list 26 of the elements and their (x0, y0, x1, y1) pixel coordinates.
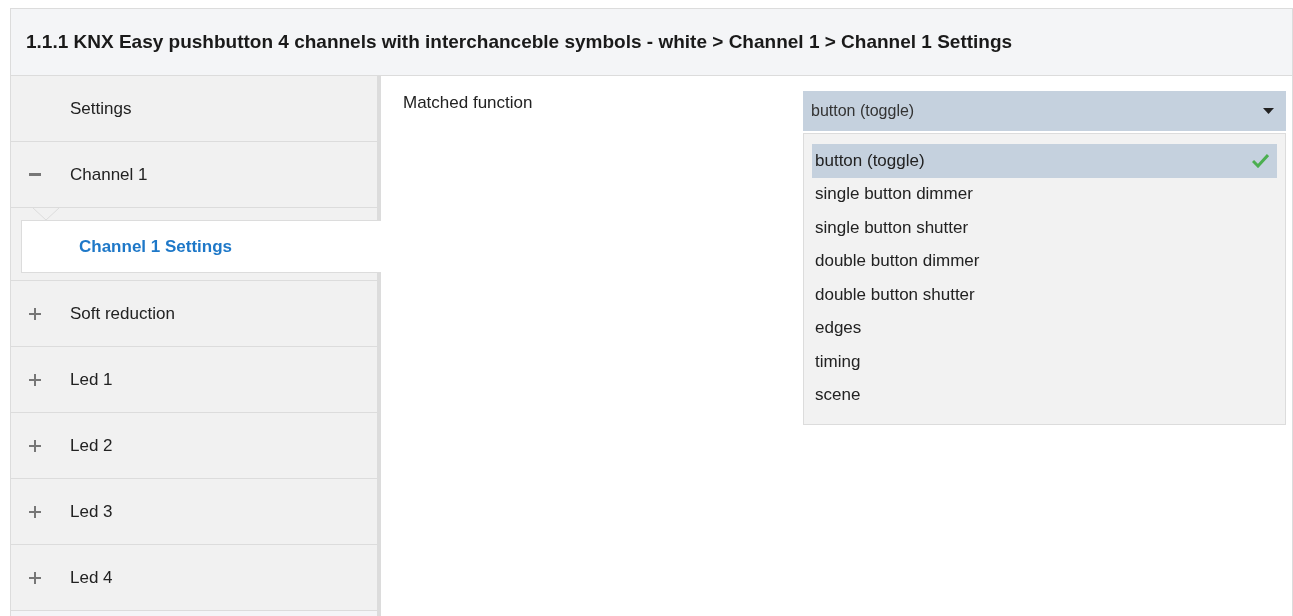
dropdown-option[interactable]: single button dimmer (812, 177, 1277, 211)
expand-icon[interactable] (29, 439, 41, 452)
dropdown-option[interactable]: double button shutter (812, 278, 1277, 312)
check-icon (1252, 153, 1269, 168)
dropdown-option[interactable]: scene (812, 378, 1277, 412)
dropdown-option[interactable]: button (toggle) (812, 144, 1277, 178)
sidebar-item[interactable]: Led 2 (11, 413, 377, 479)
sidebar-item[interactable]: Settings (11, 76, 377, 142)
caret-icon (1263, 108, 1274, 114)
sidebar-item[interactable]: Led 3 (11, 479, 377, 545)
dropdown-option[interactable]: double button dimmer (812, 244, 1277, 278)
expand-icon[interactable] (29, 373, 41, 386)
dropdown-option[interactable]: single button shutter (812, 211, 1277, 245)
expand-icon[interactable] (29, 505, 41, 518)
dropdown-option[interactable]: edges (812, 311, 1277, 345)
dropdown-option[interactable]: timing (812, 345, 1277, 379)
window-title: 1.1.1 KNX Easy pushbutton 4 channels with interchanceble symbols - white > Channel 1 > Channel 1 Settings (26, 31, 1013, 53)
parameter-label: Matched function (403, 92, 534, 113)
sidebar-item[interactable]: Channel 1 (11, 142, 377, 208)
expand-icon[interactable] (29, 571, 41, 584)
sidebar-item[interactable]: Led 1 (11, 347, 377, 413)
sidebar-item[interactable]: Led 4 (11, 545, 377, 611)
function-dropdown[interactable]: button (toggle) (803, 91, 1286, 131)
expand-icon[interactable] (29, 307, 41, 320)
sidebar-item[interactable]: Soft reduction (11, 281, 377, 347)
sidebar-subitem[interactable]: Channel 1 Settings (21, 220, 381, 273)
